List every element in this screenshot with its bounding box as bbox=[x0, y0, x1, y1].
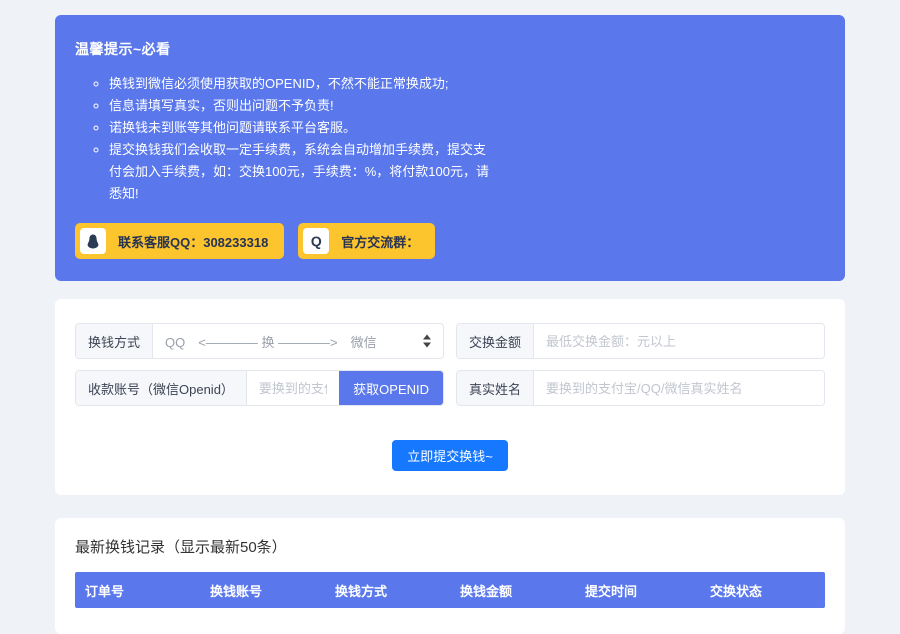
contact-qq-label: 联系客服QQ：308233318 bbox=[118, 232, 268, 251]
notice-tip: 诺换钱未到账等其他问题请联系平台客服。 bbox=[109, 117, 489, 139]
contact-qq-button[interactable]: 联系客服QQ：308233318 bbox=[75, 223, 284, 259]
exchange-amount-input[interactable] bbox=[534, 324, 824, 358]
column-header-account: 换钱账号 bbox=[200, 581, 325, 600]
get-openid-button[interactable]: 获取OPENID bbox=[339, 371, 443, 405]
exchange-form-card: 换钱方式 QQ <———— 换 ————> 微信 交换金额 收款账号（微信Ope… bbox=[55, 299, 845, 495]
notice-title: 温馨提示~必看 bbox=[75, 39, 825, 59]
column-header-status: 交换状态 bbox=[700, 581, 825, 600]
page-container: 温馨提示~必看 换钱到微信必须使用获取的OPENID，不然不能正常换成功; 信息… bbox=[55, 15, 845, 634]
column-header-amount: 换钱金额 bbox=[450, 581, 575, 600]
records-card: 最新换钱记录（显示最新50条） 订单号 换钱账号 换钱方式 换钱金额 提交时间 … bbox=[55, 518, 845, 634]
column-header-time: 提交时间 bbox=[575, 581, 700, 600]
receive-account-label: 收款账号（微信Openid） bbox=[76, 371, 247, 405]
notice-tip: 信息请填写真实，否则出问题不予负责! bbox=[109, 95, 489, 117]
receive-account-input[interactable] bbox=[247, 371, 339, 405]
records-table-header: 订单号 换钱账号 换钱方式 换钱金额 提交时间 交换状态 bbox=[75, 572, 825, 608]
submit-row: 立即提交换钱~ bbox=[75, 440, 825, 471]
exchange-amount-group: 交换金额 bbox=[456, 323, 825, 359]
records-heading: 最新换钱记录（显示最新50条） bbox=[75, 536, 825, 557]
submit-exchange-button[interactable]: 立即提交换钱~ bbox=[392, 440, 508, 471]
real-name-input[interactable] bbox=[534, 371, 824, 405]
exchange-method-label: 换钱方式 bbox=[76, 324, 153, 358]
official-group-label: 官方交流群： bbox=[341, 232, 419, 251]
notice-tip: 换钱到微信必须使用获取的OPENID，不然不能正常换成功; bbox=[109, 73, 489, 95]
notice-card: 温馨提示~必看 换钱到微信必须使用获取的OPENID，不然不能正常换成功; 信息… bbox=[55, 15, 845, 281]
notice-tip: 提交换钱我们会收取一定手续费，系统会自动增加手续费，提交支付会加入手续费，如：交… bbox=[109, 139, 489, 205]
q-letter-icon: Q bbox=[303, 228, 329, 254]
real-name-label: 真实姓名 bbox=[457, 371, 534, 405]
qq-bell-icon bbox=[80, 228, 106, 254]
column-header-order-id: 订单号 bbox=[75, 581, 200, 600]
receive-account-group: 收款账号（微信Openid） 获取OPENID bbox=[75, 370, 444, 406]
notice-buttons-row: 联系客服QQ：308233318 Q 官方交流群： bbox=[75, 223, 825, 259]
real-name-group: 真实姓名 bbox=[456, 370, 825, 406]
exchange-method-value: QQ <———— 换 ————> 微信 bbox=[165, 332, 377, 351]
column-header-method: 换钱方式 bbox=[325, 581, 450, 600]
notice-tips-list: 换钱到微信必须使用获取的OPENID，不然不能正常换成功; 信息请填写真实，否则… bbox=[75, 73, 825, 205]
form-grid: 换钱方式 QQ <———— 换 ————> 微信 交换金额 收款账号（微信Ope… bbox=[75, 323, 825, 406]
exchange-method-select[interactable]: QQ <———— 换 ————> 微信 bbox=[153, 324, 443, 358]
official-group-button[interactable]: Q 官方交流群： bbox=[298, 223, 435, 259]
exchange-amount-label: 交换金额 bbox=[457, 324, 534, 358]
exchange-method-group: 换钱方式 QQ <———— 换 ————> 微信 bbox=[75, 323, 444, 359]
select-arrows-icon bbox=[423, 335, 431, 348]
